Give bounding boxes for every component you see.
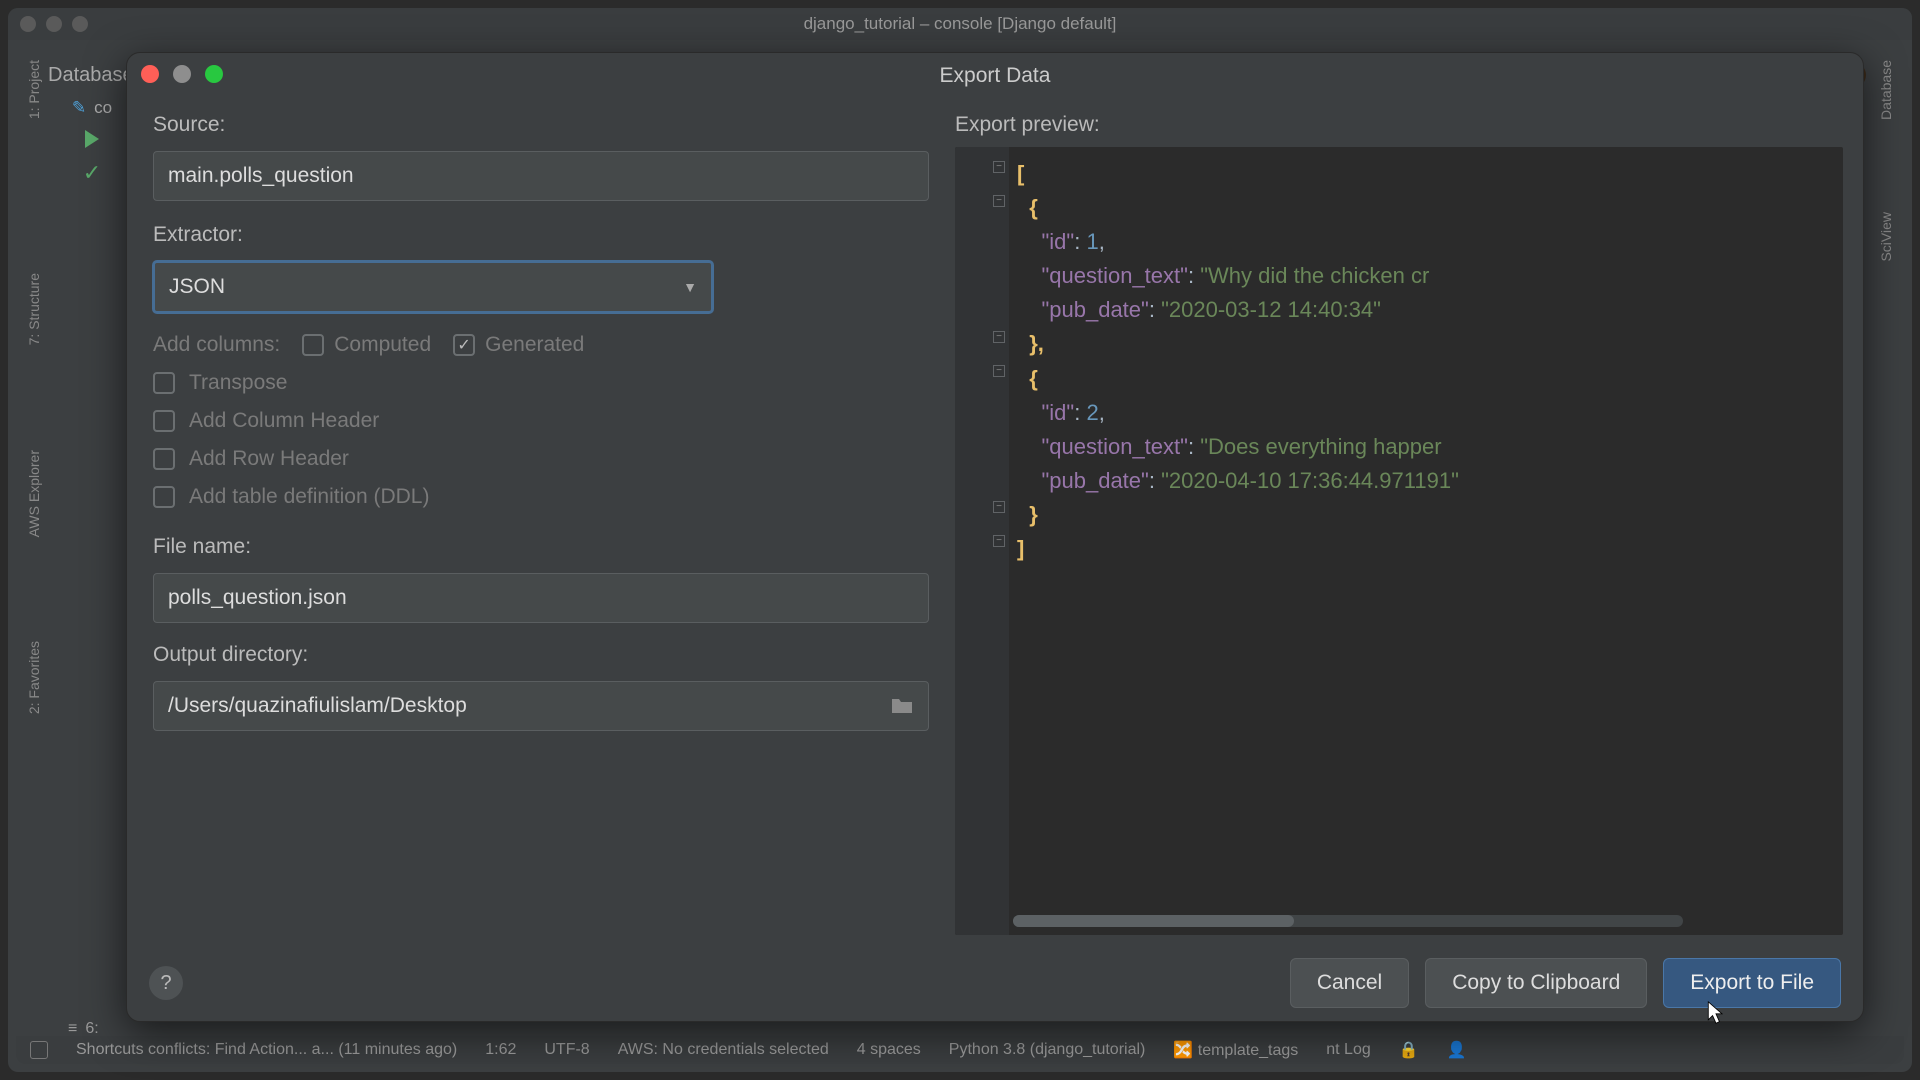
tab-sciview[interactable]: SciView bbox=[1878, 212, 1894, 262]
status-branch[interactable]: 🔀 template_tags bbox=[1173, 1040, 1298, 1060]
copy-clipboard-button[interactable]: Copy to Clipboard bbox=[1425, 958, 1647, 1008]
outdir-label: Output directory: bbox=[153, 643, 929, 667]
fold-icon[interactable] bbox=[993, 331, 1005, 343]
ide-man-icon[interactable]: 👤 bbox=[1447, 1040, 1467, 1060]
line-sep-icon[interactable]: ≡ bbox=[68, 1020, 77, 1038]
outdir-value: /Users/quazinafiulislam/Desktop bbox=[168, 694, 890, 718]
ide-max-dot[interactable] bbox=[72, 16, 88, 32]
dialog-titlebar: Export Data bbox=[127, 53, 1863, 99]
bottom-left-pos: 6: bbox=[85, 1020, 98, 1038]
dialog-min-dot[interactable] bbox=[173, 65, 191, 83]
preview-scrollbar[interactable] bbox=[1013, 915, 1683, 927]
transpose-checkbox[interactable] bbox=[153, 372, 175, 394]
col-header-checkbox[interactable] bbox=[153, 410, 175, 432]
row-header-label: Add Row Header bbox=[189, 447, 349, 471]
filename-label: File name: bbox=[153, 535, 929, 559]
extractor-select[interactable]: JSON ▼ bbox=[153, 261, 713, 313]
outdir-field[interactable]: /Users/quazinafiulislam/Desktop bbox=[153, 681, 929, 731]
dialog-max-dot[interactable] bbox=[205, 65, 223, 83]
fold-icon[interactable] bbox=[993, 535, 1005, 547]
computed-label: Computed bbox=[334, 333, 431, 357]
tab-project[interactable]: 1: Project bbox=[26, 60, 42, 119]
dialog-footer: ? Cancel Copy to Clipboard Export to Fil… bbox=[127, 945, 1863, 1021]
preview-code: [ { "id": 1, "question_text": "Why did t… bbox=[1017, 157, 1833, 566]
status-encoding[interactable]: UTF-8 bbox=[544, 1041, 589, 1059]
statusbar-tool-icon[interactable] bbox=[30, 1041, 48, 1059]
ide-close-dot[interactable] bbox=[20, 16, 36, 32]
help-icon[interactable]: ? bbox=[149, 966, 183, 1000]
filename-field[interactable]: polls_question.json bbox=[153, 573, 929, 623]
fold-icon[interactable] bbox=[993, 161, 1005, 173]
row-header-checkbox[interactable] bbox=[153, 448, 175, 470]
ide-statusbar: Shortcuts conflicts: Find Action... a...… bbox=[16, 1036, 1904, 1064]
status-aws[interactable]: AWS: No credentials selected bbox=[618, 1041, 829, 1059]
generated-checkbox[interactable] bbox=[453, 334, 475, 356]
database-panel-label[interactable]: Database bbox=[48, 64, 134, 87]
fold-icon[interactable] bbox=[993, 195, 1005, 207]
lock-icon[interactable]: 🔒 bbox=[1399, 1040, 1419, 1060]
ide-traffic-lights bbox=[20, 16, 88, 32]
ide-run-strip: ✎ co ✓ bbox=[54, 98, 130, 186]
ddl-checkbox[interactable] bbox=[153, 486, 175, 508]
status-indent[interactable]: 4 spaces bbox=[857, 1041, 921, 1059]
source-label: Source: bbox=[153, 113, 929, 137]
tab-favorites[interactable]: 2: Favorites bbox=[26, 641, 42, 714]
ide-title: django_tutorial – console [Django defaul… bbox=[804, 14, 1117, 34]
feather-icon: ✎ bbox=[72, 98, 86, 118]
ide-min-dot[interactable] bbox=[46, 16, 62, 32]
chevron-down-icon: ▼ bbox=[683, 279, 697, 295]
dialog-left-pane: Source: main.polls_question Extractor: J… bbox=[127, 99, 949, 945]
status-python[interactable]: Python 3.8 (django_tutorial) bbox=[949, 1041, 1146, 1059]
status-shortcuts[interactable]: Shortcuts conflicts: Find Action... a...… bbox=[76, 1041, 457, 1059]
source-field[interactable]: main.polls_question bbox=[153, 151, 929, 201]
dialog-right-pane: Export preview: [ { "id": 1, "question_t… bbox=[949, 99, 1863, 945]
fold-icon[interactable] bbox=[993, 365, 1005, 377]
col-header-label: Add Column Header bbox=[189, 409, 379, 433]
console-tab-label[interactable]: co bbox=[94, 98, 112, 118]
export-preview: [ { "id": 1, "question_text": "Why did t… bbox=[955, 147, 1843, 935]
dialog-traffic-lights bbox=[141, 65, 223, 83]
add-columns-row: Add columns: Computed Generated bbox=[153, 333, 929, 357]
preview-label: Export preview: bbox=[955, 113, 1843, 137]
add-columns-label: Add columns: bbox=[153, 333, 280, 357]
export-file-button[interactable]: Export to File bbox=[1663, 958, 1841, 1008]
status-pos[interactable]: 1:62 bbox=[485, 1041, 516, 1059]
dialog-title: Export Data bbox=[940, 64, 1051, 88]
transpose-label: Transpose bbox=[189, 371, 287, 395]
tab-structure[interactable]: 7: Structure bbox=[26, 273, 42, 345]
cancel-button[interactable]: Cancel bbox=[1290, 958, 1409, 1008]
extractor-label: Extractor: bbox=[153, 223, 929, 247]
play-icon[interactable] bbox=[85, 130, 99, 148]
export-data-dialog: Export Data Source: main.polls_question … bbox=[126, 52, 1864, 1022]
extractor-value: JSON bbox=[169, 275, 225, 299]
tab-database[interactable]: Database bbox=[1878, 60, 1894, 120]
folder-icon[interactable] bbox=[890, 696, 914, 716]
status-log[interactable]: nt Log bbox=[1326, 1041, 1370, 1059]
ddl-label: Add table definition (DDL) bbox=[189, 485, 429, 509]
ide-left-tool-strip: 1: Project 7: Structure AWS Explorer 2: … bbox=[18, 48, 50, 1042]
ide-right-tool-strip: Database SciView bbox=[1870, 48, 1902, 1042]
fold-icon[interactable] bbox=[993, 501, 1005, 513]
check-icon: ✓ bbox=[83, 160, 101, 186]
ide-titlebar: django_tutorial – console [Django defaul… bbox=[8, 8, 1912, 40]
generated-label: Generated bbox=[485, 333, 584, 357]
computed-checkbox[interactable] bbox=[302, 334, 324, 356]
tab-aws[interactable]: AWS Explorer bbox=[26, 450, 42, 537]
dialog-close-dot[interactable] bbox=[141, 65, 159, 83]
